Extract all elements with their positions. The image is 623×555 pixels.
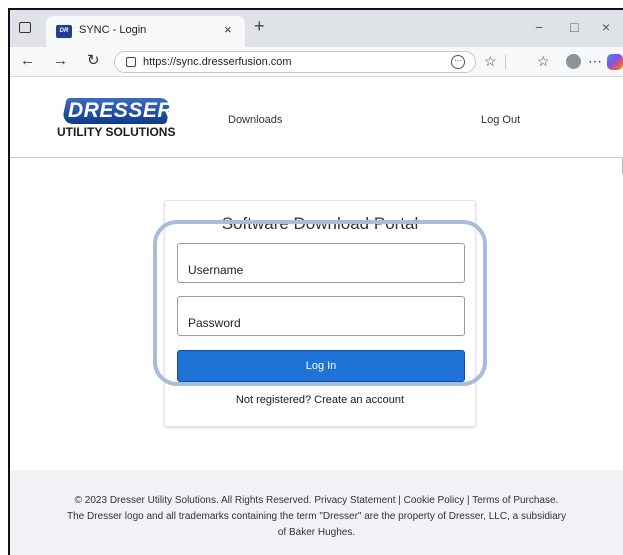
url-text[interactable]: https://sync.dresserfusion.com	[143, 56, 292, 68]
dresser-logo[interactable]: DRESSER UTILITY SOLUTIONS	[56, 98, 176, 144]
web-page: DRESSER UTILITY SOLUTIONS Downloads Log …	[10, 78, 623, 555]
login-card: Software Download Portal Username Passwo…	[164, 200, 476, 427]
favicon-icon: DR	[56, 25, 72, 38]
nav-logout-link[interactable]: Log Out	[481, 114, 520, 126]
tab-close-icon[interactable]: ×	[224, 22, 232, 37]
footer-copyright: © 2023 Dresser Utility Solutions. All Ri…	[74, 495, 559, 506]
site-header: DRESSER UTILITY SOLUTIONS Downloads Log …	[10, 78, 623, 158]
site-footer: © 2023 Dresser Utility Solutions. All Ri…	[10, 470, 623, 555]
refresh-icon[interactable]: ↻	[87, 53, 100, 69]
password-field[interactable]: Password	[177, 296, 465, 336]
profile-avatar-icon[interactable]	[566, 54, 581, 69]
footer-trademark: The Dresser logo and all trademarks cont…	[67, 511, 566, 522]
username-field[interactable]: Username	[177, 243, 465, 283]
lock-icon[interactable]	[126, 57, 136, 67]
forward-arrow-icon[interactable]: →	[53, 53, 68, 69]
copilot-icon[interactable]	[607, 54, 623, 70]
create-account-link[interactable]: Not registered? Create an account	[165, 394, 475, 406]
minimize-button[interactable]: −	[535, 19, 543, 35]
favorites-list-icon[interactable]: ☆	[537, 53, 550, 69]
more-menu-icon[interactable]: ⋯	[588, 53, 602, 69]
tab-bar: DR SYNC - Login × + − □ ×	[10, 10, 623, 47]
maximize-button[interactable]: □	[570, 19, 578, 35]
reader-view-icon[interactable]: ⋯	[451, 55, 465, 69]
close-window-button[interactable]: ×	[602, 19, 610, 35]
browser-tab[interactable]: DR SYNC - Login ×	[46, 16, 245, 47]
browser-window: DR SYNC - Login × + − □ × ← → ↻ https://…	[8, 8, 623, 555]
password-label: Password	[188, 316, 241, 330]
logo-subtitle: UTILITY SOLUTIONS	[57, 125, 176, 139]
tab-title: SYNC - Login	[79, 24, 147, 36]
new-tab-button[interactable]: +	[254, 17, 265, 35]
back-arrow-icon[interactable]: ←	[20, 53, 35, 69]
favorite-star-icon[interactable]: ☆	[484, 53, 497, 69]
login-button[interactable]: Log In	[177, 350, 465, 382]
footer-trademark-cont: of Baker Hughes.	[277, 527, 356, 538]
url-input[interactable]: https://sync.dresserfusion.com ⋯	[114, 51, 476, 73]
page-title: Software Download Portal	[221, 214, 419, 233]
toolbar-divider	[505, 55, 506, 69]
username-label: Username	[188, 263, 244, 277]
nav-downloads-link[interactable]: Downloads	[228, 114, 282, 126]
tab-actions-icon[interactable]	[19, 22, 31, 33]
logo-text: DRESSER	[68, 99, 174, 122]
address-bar: ← → ↻ https://sync.dresserfusion.com ⋯ ☆…	[10, 47, 623, 77]
